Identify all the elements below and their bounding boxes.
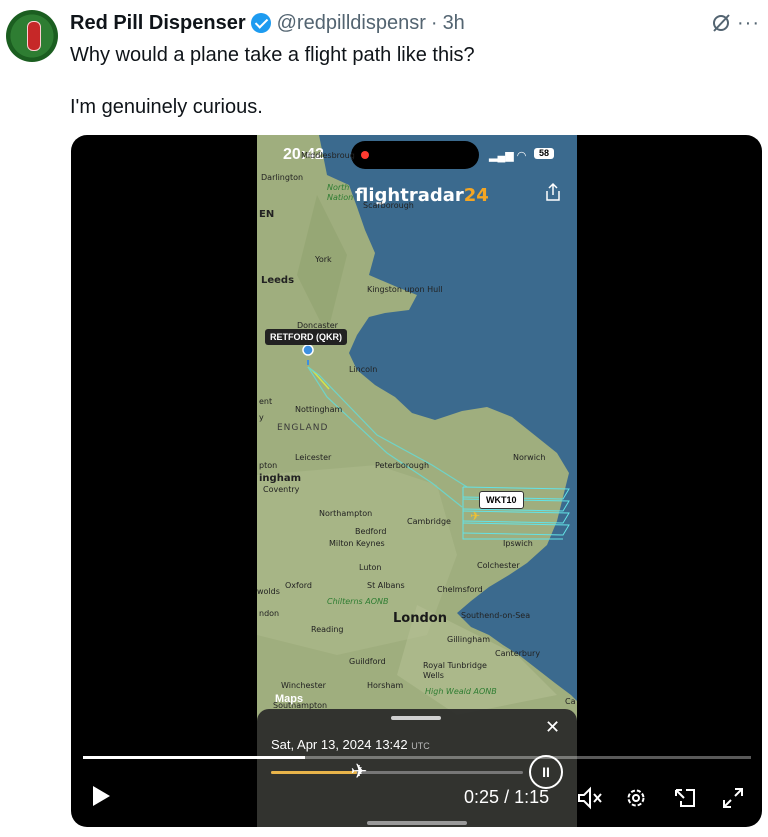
airport-tag: RETFORD (QKR)	[265, 329, 347, 345]
fullscreen-icon[interactable]	[721, 786, 745, 810]
plane-icon: ✈	[350, 761, 368, 783]
map-label: Milton Keynes	[329, 539, 385, 548]
map-label: Leeds	[261, 275, 295, 286]
author-name[interactable]: Red Pill Dispenser	[70, 12, 246, 35]
map-label: Royal Tunbridge	[423, 661, 487, 670]
close-icon: ✕	[545, 717, 561, 737]
map-label: Leicester	[295, 453, 332, 462]
settings-icon[interactable]	[624, 786, 648, 810]
apple-maps-logo: Maps	[275, 693, 304, 705]
playback-datetime: Sat, Apr 13, 2024 13:42 UTC	[271, 737, 430, 752]
map-label: EN	[259, 209, 275, 220]
video-progress-bar[interactable]	[83, 756, 751, 759]
map-label: Chelmsford	[437, 585, 483, 594]
video-time: 0:25 / 1:15	[464, 787, 549, 808]
verified-badge-icon[interactable]	[250, 13, 271, 33]
map-label: Gillingham	[447, 635, 491, 644]
playback-scrubber-fill	[271, 771, 357, 774]
sheet-grabber	[391, 716, 441, 720]
flight-tag: WKT10	[479, 491, 524, 509]
map-label: Chilterns AONB	[327, 597, 389, 606]
map-label: North	[327, 183, 350, 192]
map-label: Darlington	[261, 173, 304, 182]
map-label: Coventry	[263, 485, 300, 494]
recording-dot-icon	[361, 151, 369, 159]
post-time[interactable]: 3h	[443, 12, 465, 35]
more-icon[interactable]: ···	[737, 12, 760, 35]
time-separator: /	[504, 787, 510, 807]
map-label: Kingston upon Hull	[367, 285, 443, 294]
map-label: Nation	[327, 193, 354, 202]
mute-icon[interactable]	[576, 786, 604, 810]
grok-icon[interactable]	[710, 12, 732, 34]
map-label: Wells	[423, 671, 444, 680]
map-label: Ca	[565, 697, 576, 706]
playback-date: Sat, Apr 13, 2024	[271, 737, 372, 752]
separator-dot: ·	[430, 11, 438, 34]
author-avatar[interactable]	[6, 10, 58, 62]
map-label: wolds	[257, 587, 280, 596]
map-label: Horsham	[367, 681, 404, 690]
map-label: Peterborough	[375, 461, 430, 470]
map-label: Colchester	[477, 561, 520, 570]
dynamic-island	[351, 141, 479, 169]
playback-scrubber: ✈	[271, 761, 523, 783]
map-label: High Weald AONB	[425, 687, 497, 696]
post-header: Red Pill Dispenser @redpilldispensr · 3h	[70, 10, 758, 36]
battery-icon: 58	[534, 148, 554, 159]
playback-time: 13:42	[375, 737, 408, 752]
map-label: ent	[259, 397, 273, 406]
map-label: Guildford	[349, 657, 386, 666]
map-label: Southend-on-Sea	[461, 611, 531, 620]
pause-icon: II	[529, 755, 563, 789]
map-label: Nottingham	[295, 405, 343, 414]
play-icon[interactable]	[91, 785, 111, 807]
map-label: Cambridge	[407, 517, 451, 526]
brand-num: 24	[463, 185, 489, 206]
video-player[interactable]: ✈ 20:42 ▂▄▆ ◠ 58 flightradar24 Middlesbr…	[71, 135, 762, 827]
home-indicator	[367, 821, 467, 825]
current-time: 0:25	[464, 787, 500, 807]
pip-icon[interactable]	[673, 786, 697, 810]
phone-screen-recording: ✈ 20:42 ▂▄▆ ◠ 58 flightradar24 Middlesbr…	[257, 135, 577, 827]
svg-text:✈: ✈	[470, 509, 480, 523]
map-label: Middlesbroug	[301, 151, 355, 160]
map-label: Northampton	[319, 509, 373, 518]
map-label: Reading	[311, 625, 344, 634]
playback-sheet: ✕ Sat, Apr 13, 2024 13:42 UTC ✈ II	[257, 709, 577, 827]
map-label: ndon	[259, 609, 280, 618]
video-progress-fill	[83, 756, 306, 759]
share-icon	[546, 182, 560, 201]
map-label: St Albans	[367, 581, 405, 590]
pill-image	[27, 21, 41, 51]
map-label: Winchester	[281, 681, 326, 690]
map-label: London	[393, 611, 447, 626]
map-label: Norwich	[513, 453, 546, 462]
signal-wifi-icon: ▂▄▆ ◠	[489, 150, 527, 162]
map-label: Bedford	[355, 527, 387, 536]
duration: 1:15	[514, 787, 550, 807]
map-label: Oxford	[285, 581, 312, 590]
map-label: Ipswich	[503, 539, 533, 548]
map-label: ingham	[259, 473, 301, 484]
map-label: York	[315, 255, 332, 264]
map-label: ENGLAND	[277, 423, 329, 433]
map-label: y	[259, 413, 264, 422]
map-label: Canterbury	[495, 649, 541, 658]
map-label: pton	[259, 461, 278, 470]
map-label: Lincoln	[349, 365, 378, 374]
author-handle[interactable]: @redpilldispensr	[277, 12, 426, 35]
post-text: Why would a plane take a flight path lik…	[70, 44, 475, 118]
playback-tz: UTC	[411, 741, 430, 751]
map-label: Scarborough	[363, 201, 414, 210]
map-label: Luton	[359, 563, 382, 572]
